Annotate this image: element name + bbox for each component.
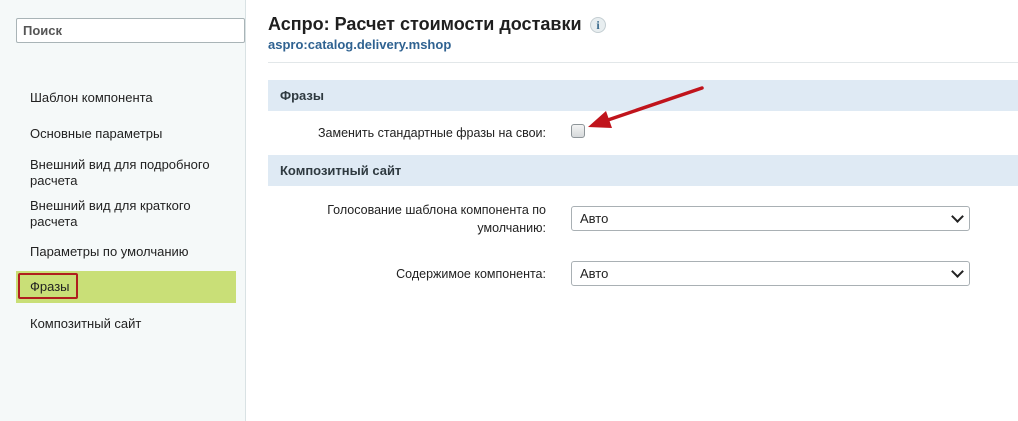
sidebar-item-detail-view[interactable]: Внешний вид для подробного расчета [30,157,235,189]
sidebar: Шаблон компонента Основные параметры Вне… [0,0,246,421]
sidebar-item-phrases[interactable]: Фразы [16,271,236,303]
search-input[interactable] [16,18,245,43]
sidebar-item-composite-site[interactable]: Композитный сайт [30,316,235,332]
template-voting-select[interactable]: Авто [571,206,970,231]
red-arrow-annotation [588,86,704,128]
sidebar-item-label: Фразы [30,279,70,294]
page-title: Аспро: Расчет стоимости доставки [268,14,582,34]
component-code: aspro:catalog.delivery.mshop [268,37,452,52]
divider [268,62,1018,63]
sidebar-item-main-params[interactable]: Основные параметры [30,126,235,142]
sidebar-item-defaults[interactable]: Параметры по умолчанию [30,244,235,260]
component-content-select[interactable]: Авто [571,261,970,286]
sidebar-item-component-template[interactable]: Шаблон компонента [30,90,235,106]
template-voting-label: Голосование шаблона компонента по умолча… [327,203,546,235]
section-header-composite: Композитный сайт [268,155,1018,186]
info-icon[interactable]: i [590,17,606,33]
component-content-label: Содержимое компонента: [396,267,546,281]
replace-phrases-label: Заменить стандартные фразы на свои: [317,126,546,140]
chevron-down-icon [951,210,964,223]
sidebar-item-short-view[interactable]: Внешний вид для краткого расчета [30,198,235,230]
component-content-value: Авто [580,266,609,281]
chevron-down-icon [951,265,964,278]
template-voting-value: Авто [580,211,609,226]
